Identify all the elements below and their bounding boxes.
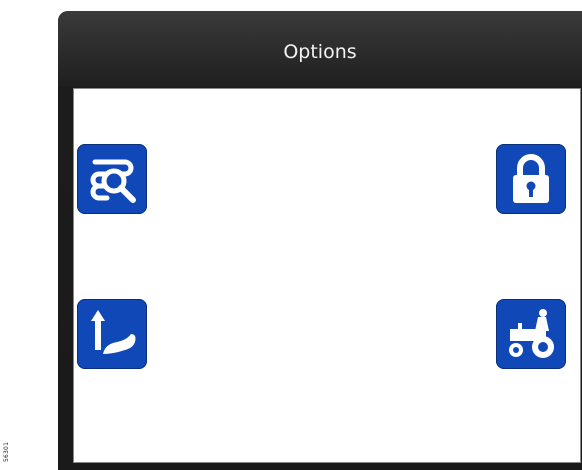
tractor-icon xyxy=(509,309,554,358)
tractor-button[interactable] xyxy=(496,299,566,369)
lock-button[interactable] xyxy=(496,144,566,214)
page-title: Options xyxy=(283,40,357,63)
title-bar: Options xyxy=(58,11,582,86)
lock-icon xyxy=(513,154,549,203)
options-dialog: Options xyxy=(58,11,582,470)
figure-id-label: 56301 xyxy=(3,441,10,462)
upload-icon xyxy=(91,310,136,354)
search-button[interactable] xyxy=(77,144,147,214)
upload-button[interactable] xyxy=(77,299,147,369)
options-panel xyxy=(73,88,581,463)
search-icon xyxy=(90,159,136,203)
